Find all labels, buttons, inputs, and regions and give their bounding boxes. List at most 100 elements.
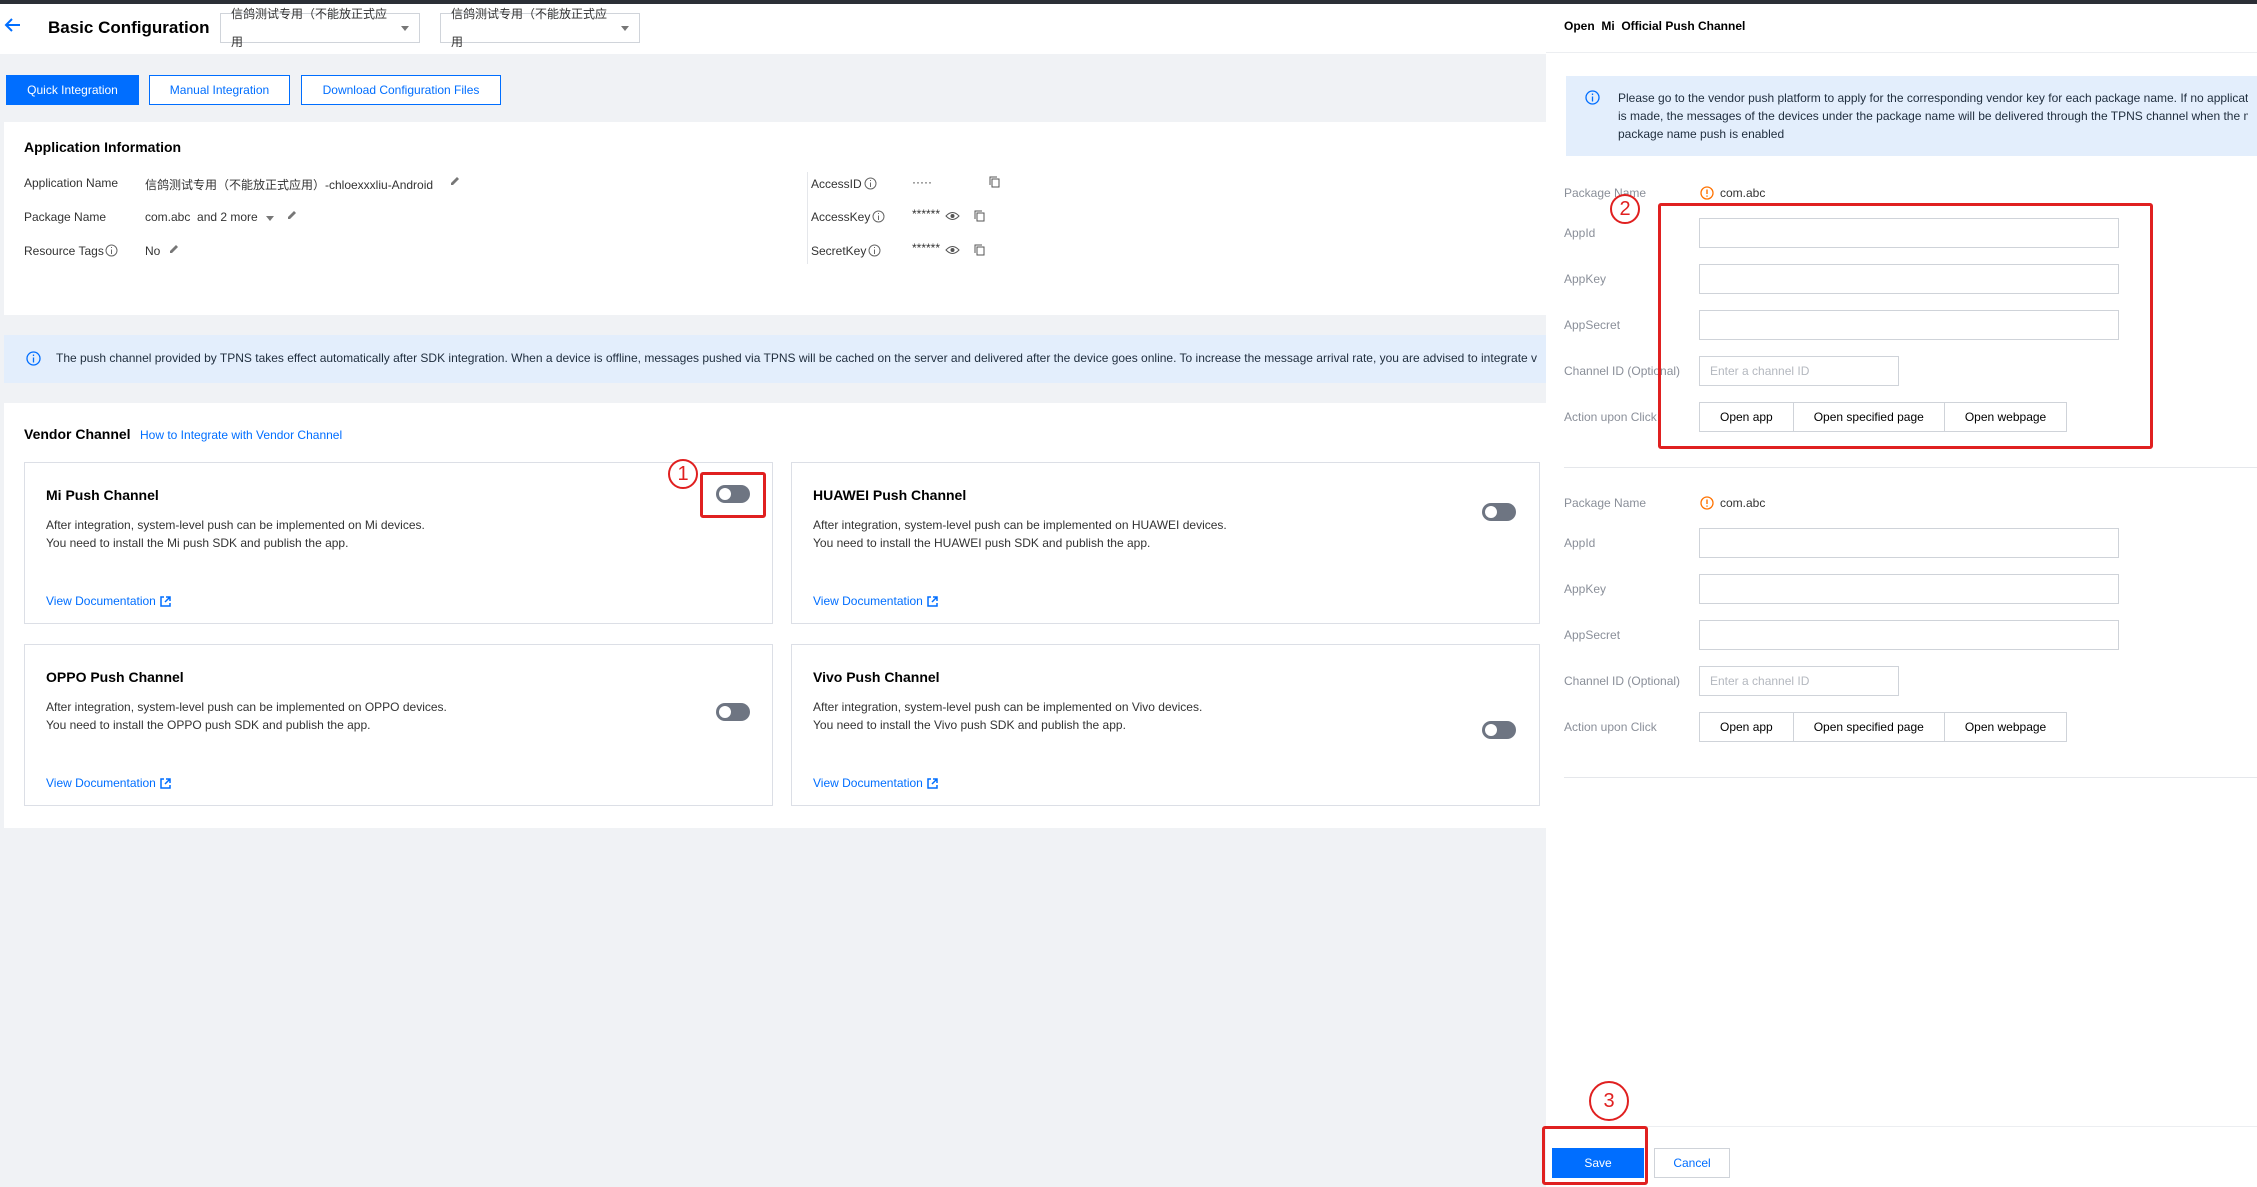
doc-link-text: View Documentation	[813, 776, 923, 790]
edit-icon[interactable]	[449, 175, 461, 187]
vendor-channel-title: Vendor Channel	[24, 426, 131, 442]
app-select-value-2: 信鸽测试专用（不能放正式应用	[451, 7, 608, 49]
copy-icon[interactable]	[974, 210, 986, 222]
back-arrow-icon[interactable]	[4, 16, 22, 34]
card-desc-line: You need to install the HUAWEI push SDK …	[813, 536, 1151, 550]
appsecret-label: AppSecret	[1564, 318, 1621, 332]
annotation-number-2: 2	[1610, 194, 1640, 224]
copy-icon[interactable]	[989, 176, 1001, 188]
access-key-value: ******	[912, 207, 941, 221]
app-select-value: 信鸽测试专用（不能放正式应用	[231, 7, 388, 49]
package-name-label: Package Name	[1564, 496, 1647, 510]
annotation-box-2	[1658, 203, 2153, 449]
info-icon	[1585, 90, 1600, 105]
edit-icon[interactable]	[286, 209, 298, 221]
drawer-info-line: package name push is enabled	[1618, 127, 1785, 141]
package-name-value: com.abc	[1720, 496, 1766, 510]
warning-icon	[1700, 186, 1714, 200]
appsecret-label: AppSecret	[1564, 628, 1621, 642]
card-desc-line: After integration, system-level push can…	[813, 700, 1203, 714]
access-id-label: AccessID	[811, 177, 862, 191]
tab-manual-integration[interactable]: Manual Integration	[149, 75, 290, 105]
chevron-down-icon	[621, 25, 629, 31]
copy-icon[interactable]	[974, 244, 986, 256]
access-key-label: AccessKey	[811, 210, 871, 224]
chevron-down-icon	[401, 25, 409, 31]
notice-text: The push channel provided by TPNS takes …	[56, 351, 1538, 365]
card-desc-line: You need to install the Mi push SDK and …	[46, 536, 349, 550]
appid-label: AppId	[1564, 536, 1596, 550]
drawer-info-text: Please go to the vendor push platform to…	[1618, 89, 2248, 143]
external-link-icon	[160, 595, 171, 607]
package-name-value: com.abc and 2 more	[145, 210, 258, 224]
app-name-label: Application Name	[24, 176, 119, 190]
appid-input[interactable]	[1699, 528, 2119, 558]
eye-icon[interactable]	[945, 244, 960, 256]
doc-link-text: View Documentation	[813, 594, 923, 608]
info-icon[interactable]	[105, 244, 118, 257]
app-select-dropdown[interactable]: 信鸽测试专用（不能放正式应用	[220, 7, 420, 49]
annotation-number-1: 1	[668, 459, 698, 489]
vendor-integration-link[interactable]: How to Integrate with Vendor Channel	[140, 428, 342, 442]
warning-icon	[1700, 496, 1714, 510]
view-documentation-link[interactable]: View Documentation	[813, 776, 938, 790]
card-description: After integration, system-level push can…	[46, 516, 425, 552]
edit-icon[interactable]	[168, 243, 180, 255]
appkey-input[interactable]	[1699, 574, 2119, 604]
huawei-push-toggle[interactable]	[1482, 503, 1516, 521]
resource-tags-label: Resource Tags	[24, 244, 104, 258]
access-id-value: ·····	[912, 175, 932, 189]
channel-id-label: Channel ID (Optional)	[1564, 674, 1681, 688]
appkey-label: AppKey	[1564, 582, 1607, 596]
external-link-icon	[927, 595, 938, 607]
drawer-header-divider	[1546, 52, 2257, 53]
card-description: After integration, system-level push can…	[813, 698, 1202, 734]
action-open-specified-page[interactable]: Open specified page	[1793, 713, 1945, 741]
card-title: Mi Push Channel	[46, 487, 159, 503]
card-desc-line: You need to install the Vivo push SDK an…	[813, 718, 1126, 732]
card-description: After integration, system-level push can…	[813, 516, 1227, 552]
package-name-label: Package Name	[24, 210, 107, 224]
card-desc-line: After integration, system-level push can…	[46, 700, 447, 714]
resource-tags-text: Resource Tags	[24, 244, 104, 258]
annotation-box-1	[700, 472, 766, 518]
annotation-number-3: 3	[1589, 1081, 1629, 1121]
eye-icon[interactable]	[945, 210, 960, 222]
cancel-button[interactable]: Cancel	[1654, 1148, 1730, 1178]
info-icon[interactable]	[868, 244, 881, 257]
package-name-value: com.abc	[1720, 186, 1766, 200]
appsecret-input[interactable]	[1699, 620, 2119, 650]
app-info-title: Application Information	[24, 139, 182, 155]
info-icon[interactable]	[864, 177, 877, 190]
drawer-info-line: is made, the messages of the devices und…	[1618, 109, 2248, 123]
channel-id-input[interactable]: Enter a channel ID	[1699, 666, 1899, 696]
chevron-down-icon[interactable]	[266, 216, 274, 221]
card-desc-line: You need to install the OPPO push SDK an…	[46, 718, 371, 732]
vivo-push-toggle[interactable]	[1482, 721, 1516, 739]
drawer-info-line: Please go to the vendor push platform to…	[1618, 91, 2248, 105]
annotation-box-3	[1542, 1126, 1648, 1185]
action-open-webpage[interactable]: Open webpage	[1944, 713, 2067, 741]
action-open-app[interactable]: Open app	[1700, 713, 1794, 741]
card-title: OPPO Push Channel	[46, 669, 184, 685]
app-name-value: 信鸽测试专用（不能放正式应用）-chloexxxliu-Android	[145, 178, 434, 192]
view-documentation-link[interactable]: View Documentation	[46, 594, 171, 608]
app-select-dropdown-2[interactable]: 信鸽测试专用（不能放正式应用	[440, 7, 640, 49]
tab-download-config[interactable]: Download Configuration Files	[301, 75, 501, 105]
view-documentation-link[interactable]: View Documentation	[813, 594, 938, 608]
drawer-footer-divider	[1546, 1126, 2257, 1127]
appid-label: AppId	[1564, 226, 1596, 240]
tab-quick-integration[interactable]: Quick Integration	[6, 75, 139, 105]
card-desc-line: After integration, system-level push can…	[46, 518, 425, 532]
oppo-push-toggle[interactable]	[716, 703, 750, 721]
info-icon[interactable]	[872, 210, 885, 223]
action-upon-click-label: Action upon Click	[1564, 410, 1657, 424]
drawer-title: Open Mi Official Push Channel	[1564, 19, 1746, 33]
page-title: Basic Configuration	[48, 18, 210, 37]
card-title: Vivo Push Channel	[813, 669, 940, 685]
form-divider	[1564, 467, 2257, 468]
secret-key-label: SecretKey	[811, 244, 867, 258]
info-icon	[26, 351, 41, 366]
view-documentation-link[interactable]: View Documentation	[46, 776, 171, 790]
action-segmented-control[interactable]: Open app Open specified page Open webpag…	[1699, 712, 2068, 742]
